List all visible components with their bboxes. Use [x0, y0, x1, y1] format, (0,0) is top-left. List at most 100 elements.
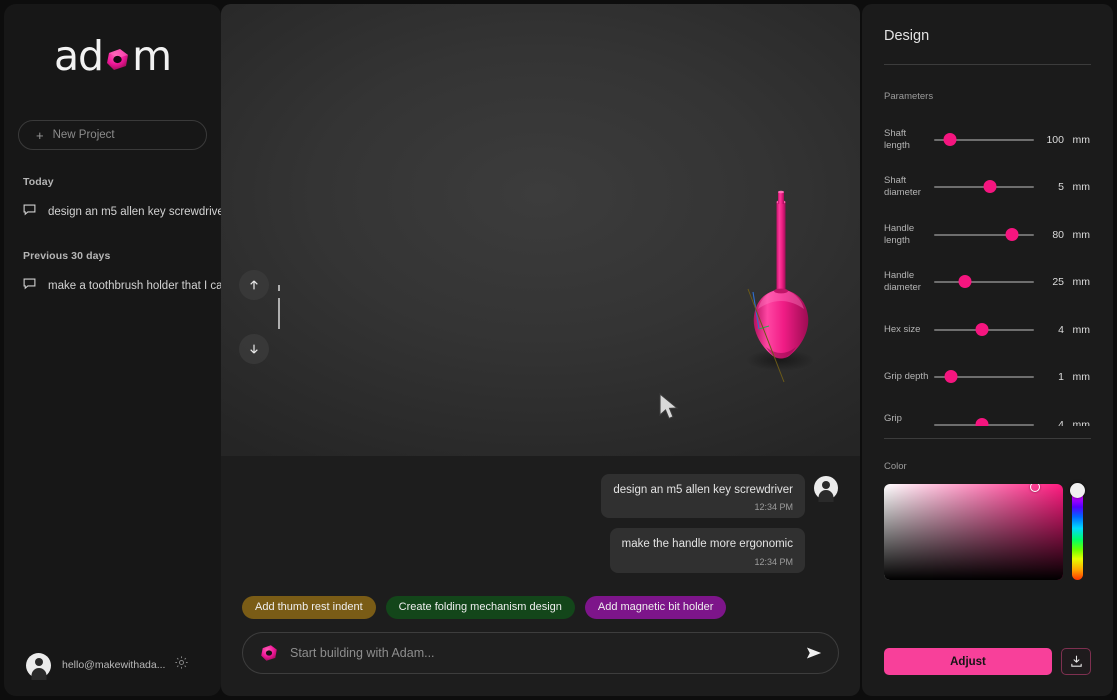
param-row-handle-diameter: Handle diameter 25 mm [884, 259, 1101, 307]
color-section-label: Color [884, 461, 907, 472]
new-project-button[interactable]: + New Project [18, 120, 207, 150]
value-gradient [884, 484, 1063, 580]
sidebar-footer: hello@makewithada... [4, 634, 221, 696]
param-value: 100 [1046, 133, 1064, 146]
param-row-grip-spacing: Grip spacing 4 mm [884, 401, 1101, 426]
slider-thumb[interactable] [944, 370, 958, 384]
hue-slider[interactable] [1070, 483, 1085, 580]
design-panel-footer: Adjust [862, 648, 1113, 696]
app-logo: ad m [4, 4, 221, 100]
param-unit: mm [1072, 228, 1091, 241]
sidebar-item-design-allen-key[interactable]: design an m5 allen key screwdriver [4, 200, 221, 224]
param-label: Hex size [884, 323, 921, 335]
param-slider-handle-length[interactable] [934, 227, 1034, 242]
suggestion-chip-folding-mechanism[interactable]: Create folding mechanism design [385, 596, 575, 619]
app-root: ad m + New Project Today design an m5 al… [0, 0, 1117, 700]
param-slider-shaft-length[interactable] [934, 132, 1034, 147]
sidebar-group-label-today: Today [23, 176, 54, 188]
param-unit: mm [1072, 276, 1091, 289]
user-email-label: hello@makewithada... [62, 659, 166, 671]
center-column: design an m5 allen key screwdriver 12:34… [221, 4, 860, 696]
param-label: Handle length [884, 222, 915, 246]
chat-message-row: design an m5 allen key screwdriver 12:34… [221, 474, 848, 519]
sidebar-item-toothbrush-holder[interactable]: make a toothbrush holder that I can [4, 274, 221, 298]
logo-text-left: ad [53, 31, 104, 80]
sidebar: ad m + New Project Today design an m5 al… [4, 4, 221, 696]
chat-bubble-icon [23, 277, 36, 295]
slider-thumb[interactable] [975, 417, 989, 426]
color-picker[interactable] [884, 483, 1113, 580]
param-unit: mm [1072, 418, 1091, 426]
chat-message-bubble: design an m5 allen key screwdriver 12:34… [601, 474, 805, 519]
param-value: 25 [1052, 276, 1064, 289]
sidebar-group-label-previous: Previous 30 days [23, 250, 111, 262]
param-slider-hex-size[interactable] [934, 322, 1034, 337]
composer-input[interactable] [290, 646, 794, 660]
adjust-button[interactable]: Adjust [884, 648, 1052, 675]
adam-gem-icon [104, 46, 131, 73]
param-label: Handle diameter [884, 270, 921, 294]
param-label: Grip spacing [884, 412, 917, 426]
slider-thumb[interactable] [958, 275, 972, 289]
param-row-hex-size: Hex size 4 mm [884, 306, 1101, 354]
download-icon[interactable] [1061, 648, 1091, 675]
parameters-section-label: Parameters [884, 91, 934, 102]
param-value: 1 [1058, 371, 1064, 384]
param-unit: mm [1072, 323, 1091, 336]
parameters-list[interactable]: Shaft length 100 mm Shaft diameter 5 mm … [862, 116, 1113, 426]
chat-message-time: 12:34 PM [754, 556, 793, 567]
param-slider-grip-spacing[interactable] [934, 417, 1034, 426]
param-unit: mm [1072, 133, 1091, 146]
design-panel-title: Design [884, 28, 930, 44]
param-slider-handle-diameter[interactable] [934, 275, 1034, 289]
slider-track [934, 233, 1034, 236]
slider-thumb[interactable] [1005, 227, 1019, 241]
sidebar-item-label: design an m5 allen key screwdriver [48, 206, 221, 218]
saturation-value-area[interactable] [884, 484, 1063, 580]
adam-gem-icon [259, 643, 279, 663]
3d-viewport[interactable] [221, 4, 860, 456]
chat-message-text: design an m5 allen key screwdriver [613, 484, 793, 496]
send-arrow-icon[interactable] [805, 645, 824, 661]
slider-thumb[interactable] [975, 322, 989, 336]
slider-thumb[interactable] [943, 132, 957, 146]
param-label: Shaft length [884, 127, 910, 151]
chat-bubble-icon [23, 203, 36, 221]
sidebar-item-label: make a toothbrush holder that I can [48, 280, 221, 292]
mouse-pointer-icon [658, 392, 684, 428]
plus-icon: + [36, 127, 44, 143]
param-value: 4 [1058, 323, 1064, 336]
slider-thumb[interactable] [983, 180, 997, 194]
user-avatar-icon [814, 476, 838, 500]
composer-bar[interactable] [242, 632, 839, 674]
gear-icon[interactable] [174, 655, 189, 675]
composer-zone: Add thumb rest indent Create folding mec… [221, 596, 860, 696]
param-slider-shaft-diameter[interactable] [934, 180, 1034, 194]
chat-message-time: 12:34 PM [754, 502, 793, 513]
param-row-shaft-length: Shaft length 100 mm [884, 116, 1101, 164]
chat-message-bubble: make the handle more ergonomic 12:34 PM [609, 528, 805, 573]
param-value: 4 [1058, 418, 1064, 426]
hue-slider-handle[interactable] [1070, 483, 1085, 498]
suggestion-chips: Add thumb rest indent Create folding mec… [242, 596, 839, 619]
new-project-label: New Project [52, 129, 115, 141]
user-avatar-icon[interactable] [26, 652, 51, 678]
param-unit: mm [1072, 181, 1091, 194]
logo-text-right: m [132, 31, 172, 80]
param-unit: mm [1072, 371, 1091, 384]
param-slider-grip-depth[interactable] [934, 370, 1034, 384]
param-value: 80 [1052, 228, 1064, 241]
allen-key-screwdriver-3d-model[interactable] [221, 4, 860, 456]
param-row-shaft-diameter: Shaft diameter 5 mm [884, 164, 1101, 212]
param-label: Shaft diameter [884, 175, 921, 199]
param-row-handle-length: Handle length 80 mm [884, 211, 1101, 259]
chat-transcript: design an m5 allen key screwdriver 12:34… [221, 456, 860, 608]
design-panel: Design Parameters Shaft length 100 mm Sh… [862, 4, 1113, 696]
suggestion-chip-thumb-rest[interactable]: Add thumb rest indent [242, 596, 376, 619]
suggestion-chip-magnetic-bit-holder[interactable]: Add magnetic bit holder [584, 596, 727, 619]
slider-track [934, 281, 1034, 284]
param-row-grip-depth: Grip depth 1 mm [884, 354, 1101, 402]
param-label: Grip depth [884, 371, 929, 383]
param-value: 5 [1058, 181, 1064, 194]
chat-message-text: make the handle more ergonomic [621, 538, 793, 551]
